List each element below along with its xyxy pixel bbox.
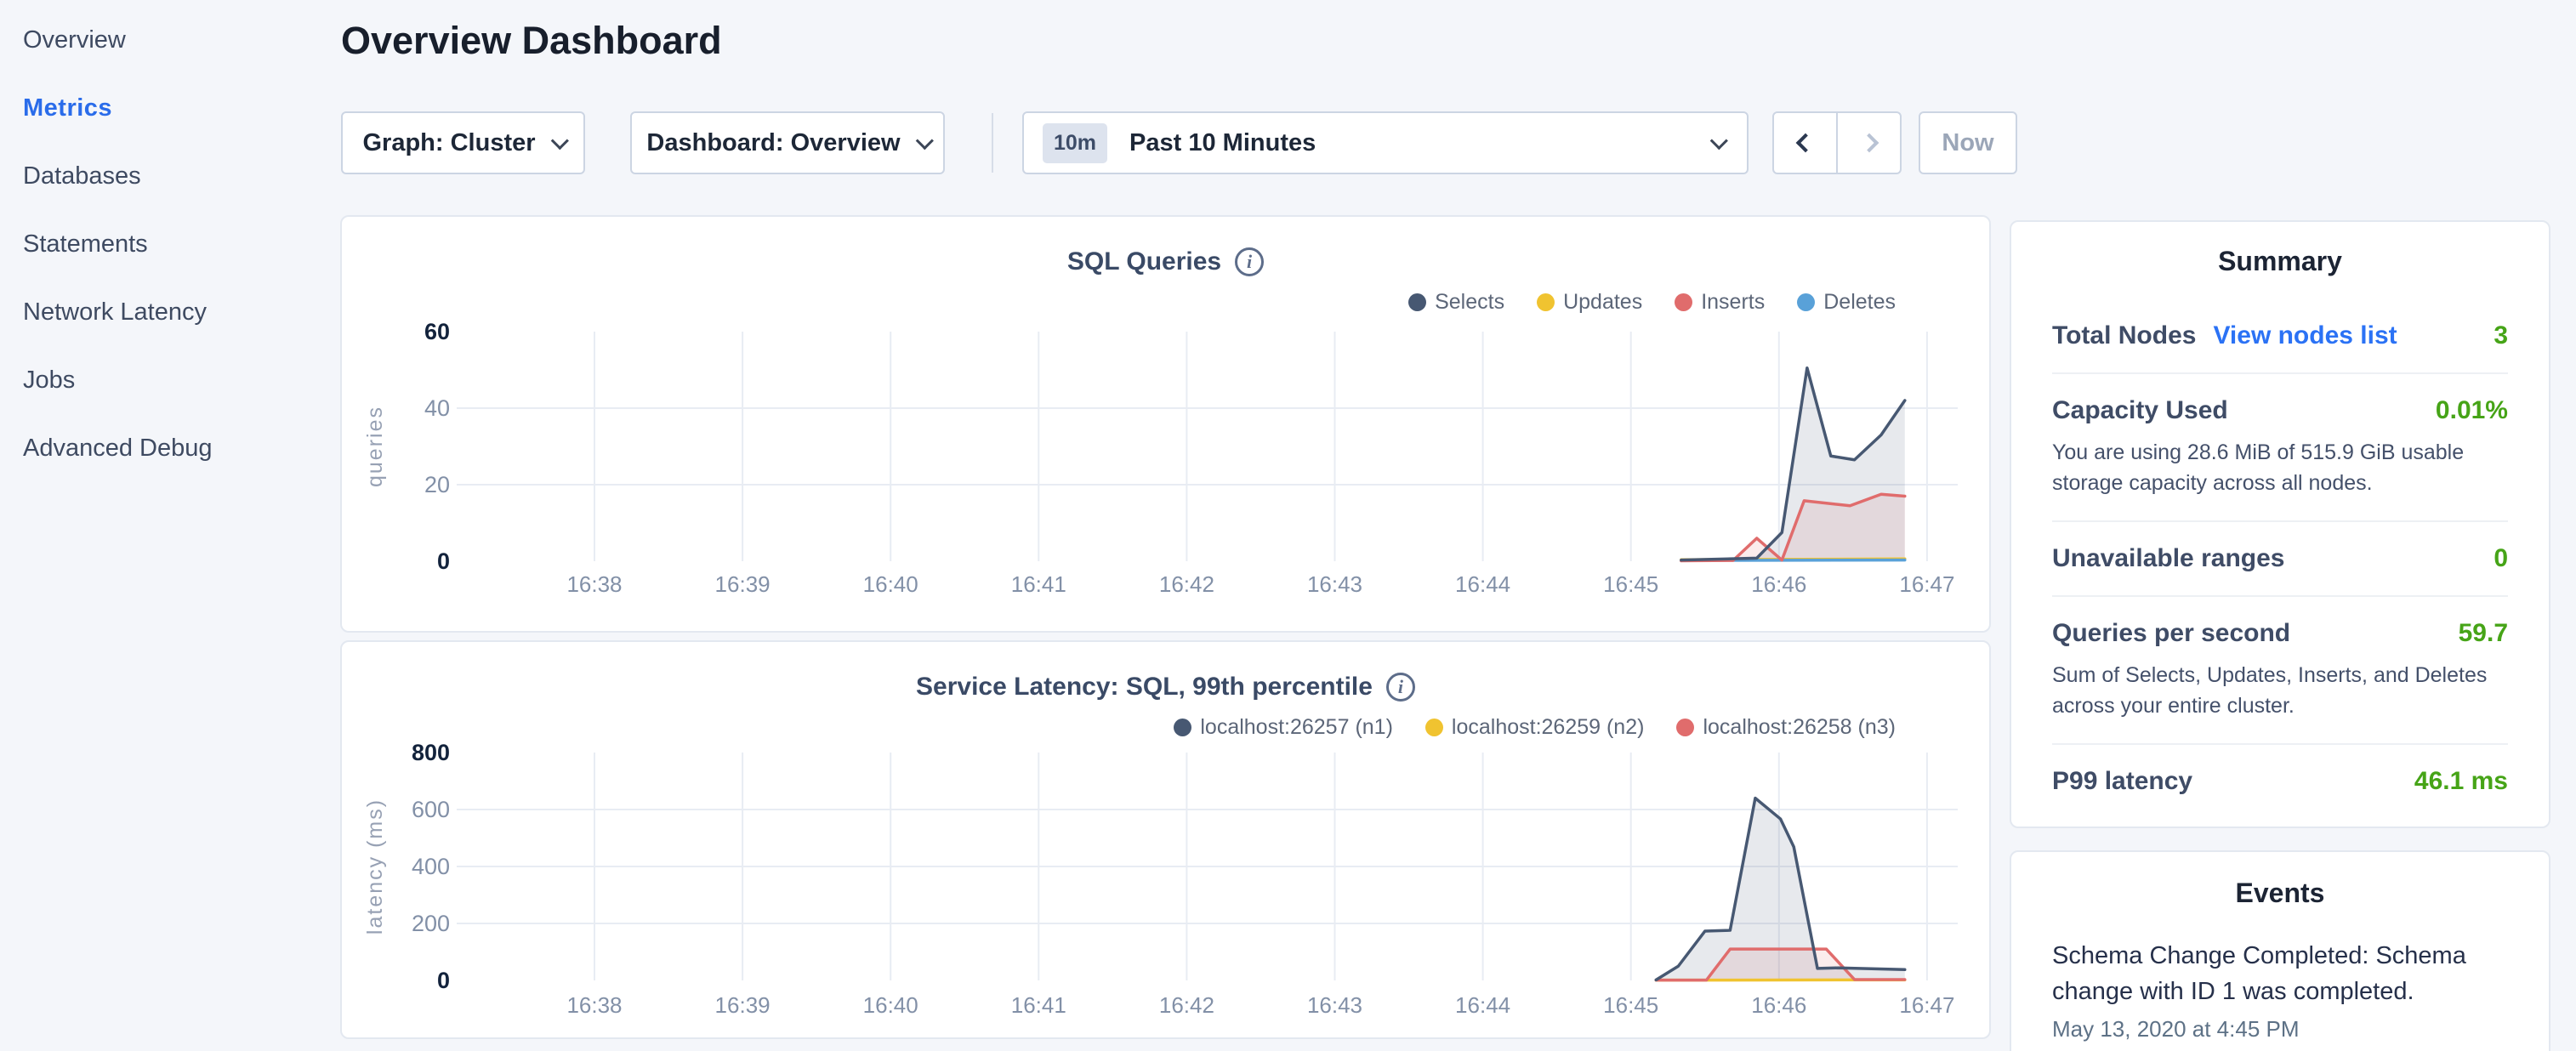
summary-label: Unavailable ranges — [2052, 544, 2284, 573]
graph-dropdown[interactable]: Graph: Cluster — [341, 111, 585, 174]
chevron-right-icon — [1859, 134, 1879, 153]
summary-row: Queries per second 59.7 Sum of Selects, Up… — [2052, 597, 2508, 745]
svg-text:16:39: 16:39 — [715, 571, 771, 597]
summary-value: 59.7 — [2459, 619, 2508, 648]
summary-label: Queries per second — [2052, 619, 2290, 648]
svg-text:20: 20 — [424, 472, 450, 497]
sidebar-item-jobs[interactable]: Jobs — [23, 366, 340, 395]
svg-text:0: 0 — [437, 548, 450, 574]
sql-queries-chart[interactable]: 60 40 20 0 16:38 16:39 16:40 16:41 16:42 16:43 16:… — [342, 217, 1989, 631]
events-panel: Events Schema Change Completed: Schema c… — [2010, 850, 2550, 1051]
dashboard-dropdown[interactable]: Dashboard: Overview — [630, 111, 945, 174]
summary-row: Unavailable ranges 0 — [2052, 522, 2508, 597]
svg-text:16:41: 16:41 — [1011, 992, 1066, 1018]
svg-text:16:38: 16:38 — [566, 571, 622, 597]
dashboard-dropdown-label: Dashboard: Overview — [646, 129, 900, 157]
chevron-down-icon — [1710, 132, 1728, 150]
svg-text:600: 600 — [412, 797, 450, 822]
svg-text:16:46: 16:46 — [1751, 571, 1806, 597]
app-root: Overview Metrics Databases Statements Networ… — [0, 0, 2576, 1051]
events-title: Events — [2052, 878, 2508, 909]
summary-value: 3 — [2494, 321, 2508, 350]
svg-text:0: 0 — [437, 968, 450, 993]
graph-dropdown-label: Graph: Cluster — [362, 129, 535, 157]
sidebar-item-statements[interactable]: Statements — [23, 230, 340, 259]
page-title: Overview Dashboard — [341, 19, 722, 63]
svg-text:queries: queries — [363, 406, 387, 487]
svg-text:16:40: 16:40 — [863, 571, 918, 597]
now-button[interactable]: Now — [1919, 111, 2017, 174]
svg-text:16:45: 16:45 — [1603, 992, 1658, 1018]
svg-text:800: 800 — [412, 740, 450, 765]
summary-row: P99 latency 46.1 ms — [2052, 745, 2508, 818]
summary-row-head: Capacity Used 0.01% — [2052, 396, 2508, 425]
time-range-label: Past 10 Minutes — [1129, 129, 1710, 157]
summary-row: Capacity Used 0.01% You are using 28.6 MiB… — [2052, 374, 2508, 522]
summary-title: Summary — [2052, 246, 2508, 277]
sidebar-item-network-latency[interactable]: Network Latency — [23, 298, 340, 327]
svg-text:16:43: 16:43 — [1307, 992, 1362, 1018]
svg-text:16:40: 16:40 — [863, 992, 918, 1018]
summary-panel: Summary Total Nodes View nodes list 3 Capac… — [2010, 220, 2550, 828]
svg-text:400: 400 — [412, 854, 450, 879]
svg-text:16:47: 16:47 — [1899, 992, 1954, 1018]
chevron-left-icon — [1795, 134, 1815, 153]
svg-text:200: 200 — [412, 911, 450, 936]
event-timestamp: May 13, 2020 at 4:45 PM — [2052, 1016, 2508, 1042]
summary-subtext: You are using 28.6 MiB of 515.9 GiB usab… — [2052, 437, 2508, 498]
summary-label: Total Nodes — [2052, 321, 2196, 350]
controls-row: Graph: Cluster Dashboard: Overview — [341, 111, 993, 174]
sidebar-item-metrics[interactable]: Metrics — [23, 94, 340, 123]
service-latency-chart-panel: Service Latency: SQL, 99th percentile i … — [340, 640, 1991, 1039]
sidebar-item-overview[interactable]: Overview — [23, 26, 340, 55]
time-back-button[interactable] — [1774, 113, 1836, 173]
summary-value: 0 — [2494, 544, 2508, 573]
summary-label: P99 latency — [2052, 767, 2192, 796]
svg-text:16:45: 16:45 — [1603, 571, 1658, 597]
time-forward-button[interactable] — [1836, 113, 1900, 173]
svg-text:16:38: 16:38 — [566, 992, 622, 1018]
svg-text:16:42: 16:42 — [1159, 571, 1214, 597]
svg-text:16:41: 16:41 — [1011, 571, 1066, 597]
summary-subtext: Sum of Selects, Updates, Inserts, and De… — [2052, 660, 2508, 721]
time-step-buttons — [1772, 111, 1902, 174]
summary-row: Total Nodes View nodes list 3 — [2052, 299, 2508, 374]
svg-text:16:43: 16:43 — [1307, 571, 1362, 597]
summary-row-head: Total Nodes View nodes list 3 — [2052, 321, 2508, 350]
summary-value: 0.01% — [2436, 396, 2508, 425]
svg-text:16:46: 16:46 — [1751, 992, 1806, 1018]
svg-text:latency (ms): latency (ms) — [363, 798, 387, 935]
svg-text:16:44: 16:44 — [1455, 992, 1510, 1018]
svg-text:16:47: 16:47 — [1899, 571, 1954, 597]
summary-row-head: P99 latency 46.1 ms — [2052, 767, 2508, 796]
summary-row-head: Queries per second 59.7 — [2052, 619, 2508, 648]
sidebar-nav: Overview Metrics Databases Statements Networ… — [0, 0, 340, 1051]
controls-divider — [992, 113, 993, 173]
service-latency-chart[interactable]: 800 600 400 200 0 16:38 16:39 16:40 16:41 16:42 16… — [342, 642, 1989, 1037]
summary-row-head: Unavailable ranges 0 — [2052, 544, 2508, 573]
summary-label: Capacity Used — [2052, 396, 2228, 425]
event-list-item[interactable]: Schema Change Completed: Schema change w… — [2052, 938, 2508, 1042]
svg-text:60: 60 — [424, 319, 450, 344]
sidebar-item-databases[interactable]: Databases — [23, 162, 340, 191]
svg-text:16:39: 16:39 — [715, 992, 771, 1018]
view-nodes-list-link[interactable]: View nodes list — [2213, 321, 2397, 350]
sql-queries-chart-panel: SQL Queries i SelectsUpdatesInsertsDelet… — [340, 215, 1991, 633]
time-range-picker[interactable]: 10m Past 10 Minutes — [1022, 111, 1749, 174]
sidebar-item-advanced-debug[interactable]: Advanced Debug — [23, 434, 340, 463]
chevron-down-icon — [550, 132, 568, 150]
svg-text:40: 40 — [424, 395, 450, 421]
event-text: Schema Change Completed: Schema change w… — [2052, 938, 2508, 1009]
time-range-badge: 10m — [1043, 123, 1107, 163]
svg-text:16:44: 16:44 — [1455, 571, 1510, 597]
svg-text:16:42: 16:42 — [1159, 992, 1214, 1018]
summary-value: 46.1 ms — [2414, 767, 2508, 796]
chevron-down-icon — [915, 132, 933, 150]
